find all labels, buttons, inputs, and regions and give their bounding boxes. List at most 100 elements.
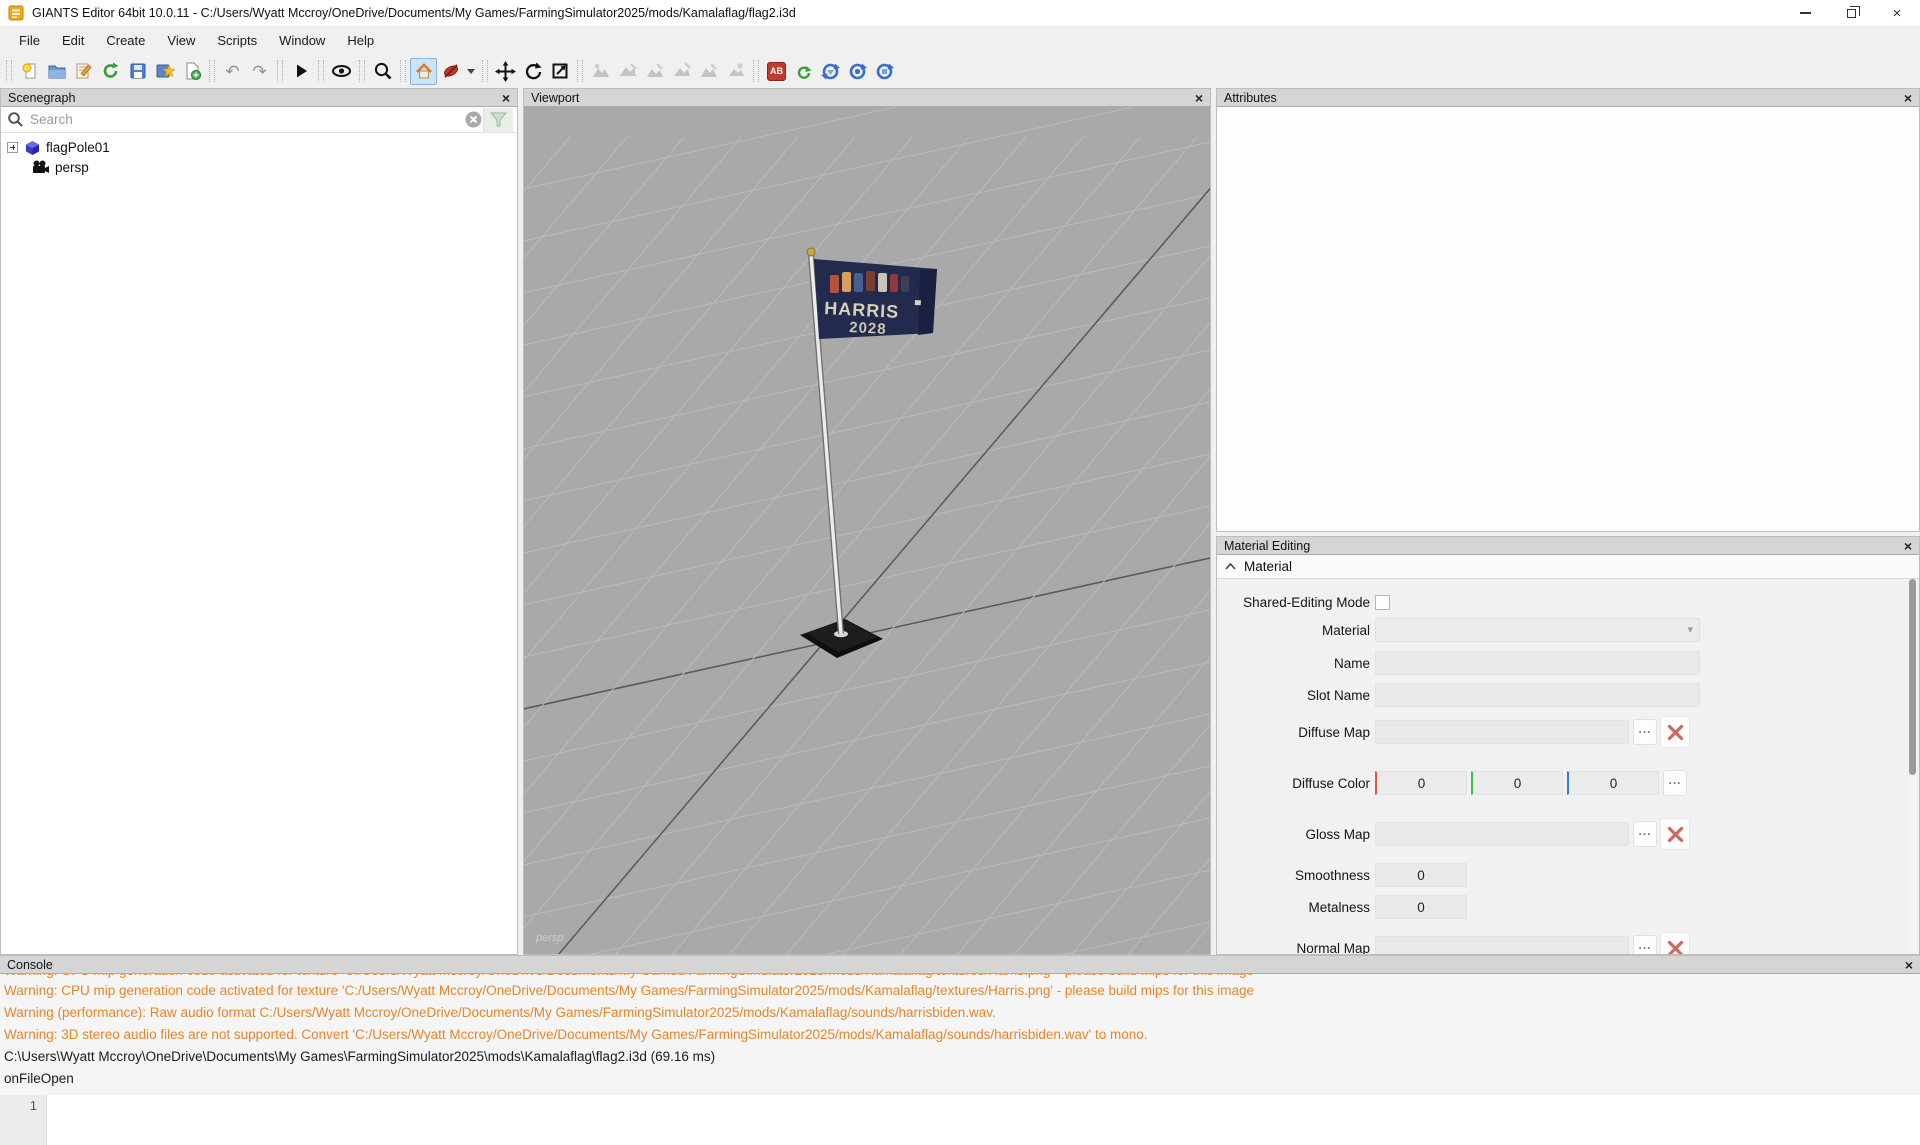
move-tool-button[interactable]	[492, 58, 519, 85]
terrain-sculpt-button-5[interactable]	[695, 58, 722, 85]
collapse-chevron-icon	[1225, 563, 1236, 570]
search-clear-icon[interactable]	[464, 110, 483, 129]
visibility-button[interactable]	[328, 58, 355, 85]
physics-button-2[interactable]	[844, 58, 871, 85]
material-select-row: Material ▾	[1217, 617, 1700, 643]
material-scrollbar[interactable]	[1908, 579, 1917, 955]
brush-dropdown-button[interactable]	[464, 58, 478, 85]
shared-editing-label: Shared-Editing Mode	[1217, 595, 1375, 610]
console-line: Warning: 3D stereo audio files are not s…	[4, 1024, 1916, 1046]
console-line: Warning: CPU mip generation code activat…	[4, 980, 1916, 1002]
viewport-title: Viewport	[531, 91, 579, 105]
material-editing-close-icon[interactable]: ×	[1904, 539, 1912, 553]
import-button[interactable]	[151, 58, 178, 85]
console-close-icon[interactable]: ×	[1905, 958, 1913, 972]
diffuse-color-g-field[interactable]: 0	[1471, 771, 1563, 795]
shared-editing-checkbox[interactable]	[1375, 595, 1390, 610]
menu-edit[interactable]: Edit	[51, 29, 95, 52]
refresh-scripts-button[interactable]	[790, 58, 817, 85]
minimize-icon	[1800, 12, 1811, 14]
rotate-tool-button[interactable]	[519, 58, 546, 85]
viewport-3d-scene[interactable]: HARRIS 2028	[524, 107, 1210, 954]
console-line: Warning (performance): Raw audio format …	[4, 1002, 1916, 1024]
menu-help[interactable]: Help	[336, 29, 385, 52]
name-label: Name	[1217, 656, 1375, 671]
toolbar-separator	[277, 60, 283, 82]
menu-view[interactable]: View	[156, 29, 206, 52]
terrain-tool-6	[726, 61, 746, 81]
slot-name-field[interactable]	[1375, 683, 1700, 707]
menu-bar: File Edit Create View Scripts Window Hel…	[0, 27, 1920, 54]
diffuse-color-picker-button[interactable]: ...	[1663, 770, 1687, 796]
material-select[interactable]: ▾	[1375, 618, 1700, 642]
restore-icon	[1847, 9, 1856, 18]
search-input[interactable]	[24, 112, 464, 127]
smoothness-field[interactable]: 0	[1375, 863, 1467, 887]
add-file-button[interactable]	[178, 58, 205, 85]
scenegraph-close-icon[interactable]: ×	[502, 91, 510, 105]
minimize-button[interactable]	[1782, 0, 1828, 27]
add-file-icon	[182, 61, 202, 81]
material-section-header[interactable]: Material	[1217, 555, 1919, 579]
terrain-house-button[interactable]	[410, 58, 437, 85]
menu-scripts[interactable]: Scripts	[206, 29, 268, 52]
play-button[interactable]	[287, 58, 314, 85]
menu-file[interactable]: File	[8, 29, 51, 52]
terrain-sculpt-button-1[interactable]	[587, 58, 614, 85]
gloss-map-field[interactable]	[1375, 822, 1629, 846]
text-cube-button[interactable]: AB	[763, 58, 790, 85]
editor-input-area[interactable]	[47, 1095, 1920, 1145]
remove-x-icon	[1667, 724, 1684, 741]
terrain-sculpt-button-6[interactable]	[722, 58, 749, 85]
tree-node-persp[interactable]: persp	[1, 157, 517, 177]
attributes-close-icon[interactable]: ×	[1904, 91, 1912, 105]
material-editing-title: Material Editing	[1224, 539, 1310, 553]
diffuse-map-remove-button[interactable]	[1660, 716, 1690, 748]
terrain-sculpt-button-2[interactable]	[614, 58, 641, 85]
filter-button[interactable]	[483, 108, 513, 132]
toolbar: ↶ ↷	[0, 54, 1920, 88]
physics-icon-2	[847, 61, 868, 82]
app-logo-icon	[8, 5, 24, 21]
zoom-button[interactable]	[369, 58, 396, 85]
diffuse-color-r-field[interactable]: 0	[1375, 771, 1467, 795]
material-scrollbar-thumb[interactable]	[1909, 579, 1916, 775]
new-button[interactable]	[16, 58, 43, 85]
reload-button[interactable]	[97, 58, 124, 85]
cube-icon	[25, 140, 40, 155]
camera-name-label: persp	[536, 932, 564, 944]
terrain-sculpt-button-3[interactable]	[641, 58, 668, 85]
expand-plus-icon[interactable]	[7, 142, 18, 153]
menu-window[interactable]: Window	[268, 29, 336, 52]
diffuse-map-field[interactable]	[1375, 720, 1629, 744]
search-icon	[7, 111, 24, 128]
toolbar-separator	[400, 60, 406, 82]
terrain-sculpt-button-4[interactable]	[668, 58, 695, 85]
normal-map-field[interactable]	[1375, 936, 1629, 955]
diffuse-color-b-field[interactable]: 0	[1567, 771, 1659, 795]
camera-icon	[32, 160, 49, 174]
undo-button[interactable]: ↶	[219, 58, 246, 85]
menu-create[interactable]: Create	[95, 29, 156, 52]
normal-map-remove-button[interactable]	[1660, 932, 1690, 955]
normal-map-browse-button[interactable]: ...	[1633, 935, 1657, 955]
tree-node-flagpole[interactable]: flagPole01	[1, 137, 517, 157]
tree-node-label: persp	[55, 160, 89, 175]
paint-brush-button[interactable]	[437, 58, 464, 85]
diffuse-map-browse-button[interactable]: ...	[1633, 719, 1657, 745]
close-button[interactable]: ×	[1874, 0, 1920, 27]
notes-button[interactable]	[70, 58, 97, 85]
gloss-map-remove-button[interactable]	[1660, 818, 1690, 850]
save-button[interactable]	[124, 58, 151, 85]
scale-tool-button[interactable]	[546, 58, 573, 85]
name-field[interactable]	[1375, 651, 1700, 675]
physics-button-1[interactable]	[817, 58, 844, 85]
redo-button[interactable]: ↷	[246, 58, 273, 85]
attributes-header: Attributes ×	[1217, 89, 1919, 107]
metalness-field[interactable]: 0	[1375, 895, 1467, 919]
viewport-close-icon[interactable]: ×	[1195, 91, 1203, 105]
gloss-map-browse-button[interactable]: ...	[1633, 821, 1657, 847]
physics-button-3[interactable]	[871, 58, 898, 85]
restore-button[interactable]	[1828, 0, 1874, 27]
open-button[interactable]	[43, 58, 70, 85]
